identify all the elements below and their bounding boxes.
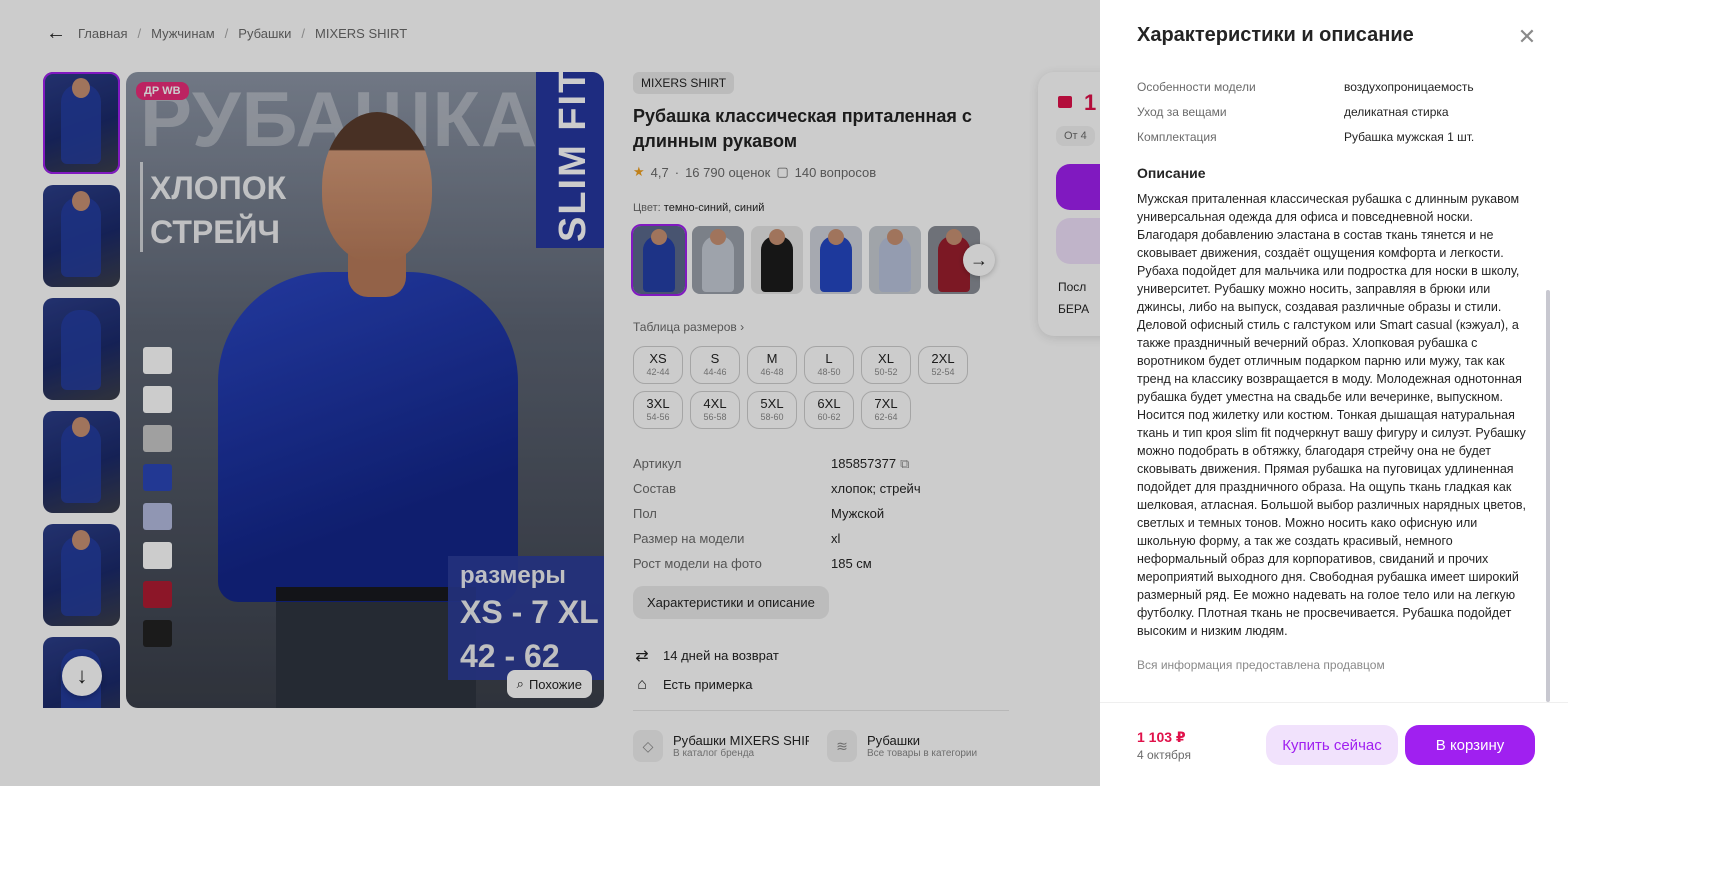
modal-backdrop[interactable] <box>0 0 1100 786</box>
footer-delivery-date: 4 октября <box>1137 748 1191 762</box>
description-heading: Описание <box>1137 165 1206 181</box>
drawer-content: Особенности модели воздухопроницаемость Ух… <box>1137 74 1537 694</box>
feature-value: деликатная стирка <box>1344 104 1449 119</box>
feature-key: Особенности модели <box>1137 79 1256 94</box>
feature-row: Комплектация Рубашка мужская 1 шт. <box>1137 124 1537 149</box>
vendor-note: Вся информация предоставлена продавцом <box>1137 658 1385 672</box>
footer-price: 1 103 ₽ <box>1137 729 1186 745</box>
specs-drawer: Характеристики и описание Особенности мо… <box>1100 0 1568 786</box>
drawer-scrollbar[interactable] <box>1546 290 1550 702</box>
add-to-cart-button[interactable]: В корзину <box>1405 725 1535 765</box>
drawer-footer: 1 103 ₽ 4 октября Купить сейчас В корзин… <box>1100 702 1568 786</box>
feature-list: Особенности модели воздухопроницаемость Ух… <box>1137 74 1537 149</box>
feature-row: Особенности модели воздухопроницаемость <box>1137 74 1537 99</box>
buy-now-button[interactable]: Купить сейчас <box>1266 725 1398 765</box>
feature-key: Комплектация <box>1137 129 1217 144</box>
feature-key: Уход за вещами <box>1137 104 1227 119</box>
description-text: Мужская приталенная классическая рубашка… <box>1137 192 1527 638</box>
feature-value: Рубашка мужская 1 шт. <box>1344 129 1475 144</box>
feature-row: Уход за вещами деликатная стирка <box>1137 99 1537 124</box>
drawer-title: Характеристики и описание <box>1137 24 1414 46</box>
feature-value: воздухопроницаемость <box>1344 79 1474 94</box>
close-icon[interactable]: ✕ <box>1516 26 1538 48</box>
